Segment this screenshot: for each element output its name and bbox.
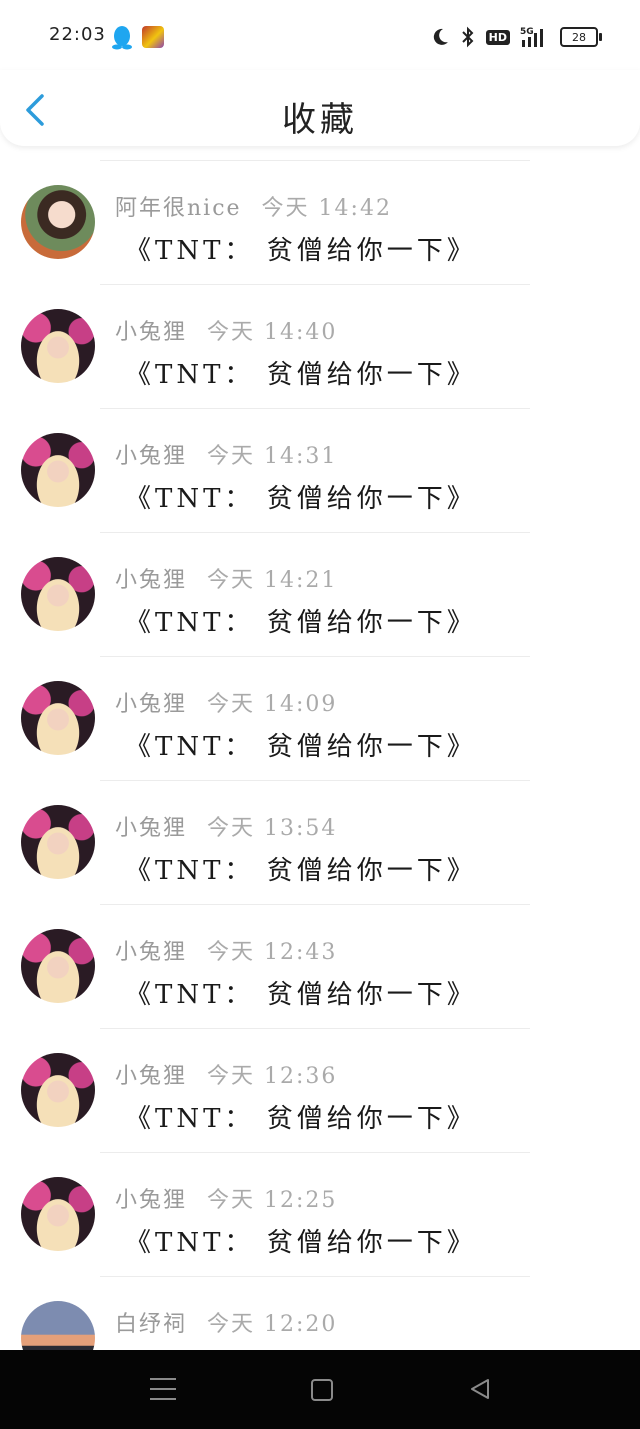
item-content: 《TNT： 贫僧给你一下》 (125, 236, 477, 266)
svg-text:5G: 5G (520, 27, 534, 37)
list-item[interactable]: 小兔狸 今天 13:54 《TNT： 贫僧给你一下》 (0, 780, 640, 904)
item-content: 《TNT： 贫僧给你一下》 (125, 360, 477, 390)
title-bar: 收藏 (0, 70, 640, 146)
divider (100, 904, 530, 905)
moon-icon (433, 28, 448, 45)
navigation-bar (0, 1350, 640, 1429)
item-meta: 小兔狸 今天 14:31 (115, 438, 337, 470)
signal-5g-icon: 5G (520, 27, 543, 47)
item-user: 阿年很nice (115, 196, 242, 221)
item-time: 今天 14:31 (207, 444, 338, 469)
divider (100, 160, 530, 161)
item-meta: 小兔狸 今天 14:21 (115, 562, 337, 594)
back-triangle-icon[interactable] (468, 1377, 492, 1401)
divider (100, 532, 530, 533)
list-item[interactable]: 小兔狸 今天 14:09 《TNT： 贫僧给你一下》 (0, 656, 640, 780)
item-time: 今天 14:21 (207, 568, 338, 593)
avatar[interactable] (21, 185, 95, 259)
item-meta: 阿年很nice 今天 14:42 (115, 190, 392, 222)
item-time: 今天 13:54 (207, 816, 338, 841)
item-user: 小兔狸 (115, 320, 188, 345)
avatar[interactable] (21, 681, 95, 755)
menu-icon[interactable] (150, 1378, 176, 1400)
item-meta: 小兔狸 今天 14:09 (115, 686, 337, 718)
item-meta: 小兔狸 今天 14:40 (115, 314, 337, 346)
avatar[interactable] (21, 309, 95, 383)
item-time: 今天 14:40 (207, 320, 338, 345)
item-user: 小兔狸 (115, 940, 188, 965)
avatar[interactable] (21, 1053, 95, 1127)
item-meta: 小兔狸 今天 13:54 (115, 810, 337, 842)
avatar[interactable] (21, 433, 95, 507)
item-meta: 小兔狸 今天 12:25 (115, 1182, 337, 1214)
divider (100, 1152, 530, 1153)
list-item[interactable]: 小兔狸 今天 12:43 《TNT： 贫僧给你一下》 (0, 904, 640, 1028)
item-meta: 小兔狸 今天 12:36 (115, 1058, 337, 1090)
divider (100, 780, 530, 781)
battery-icon: 28 (560, 27, 602, 47)
divider (100, 1276, 530, 1277)
system-icons: HD 5G 28 (430, 24, 602, 50)
item-user: 白纾祠 (115, 1312, 188, 1337)
item-user: 小兔狸 (115, 692, 188, 717)
avatar[interactable] (21, 929, 95, 1003)
divider (100, 656, 530, 657)
list-item[interactable]: 小兔狸 今天 14:31 《TNT： 贫僧给你一下》 (0, 408, 640, 532)
status-time: 22:03 (49, 24, 106, 45)
item-meta: 小兔狸 今天 12:43 (115, 934, 337, 966)
divider (100, 1028, 530, 1029)
item-time: 今天 12:36 (207, 1064, 338, 1089)
page-title: 收藏 (282, 100, 358, 140)
list-item[interactable]: 阿年很nice 今天 14:42 《TNT： 贫僧给你一下》 (0, 160, 640, 284)
qq-penguin-icon (112, 26, 132, 50)
divider (100, 284, 530, 285)
item-time: 今天 14:42 (261, 196, 392, 221)
item-content: 《TNT： 贫僧给你一下》 (125, 608, 477, 638)
list-item[interactable]: 小兔狸 今天 12:36 《TNT： 贫僧给你一下》 (0, 1028, 640, 1152)
item-time: 今天 14:09 (207, 692, 338, 717)
avatar[interactable] (21, 557, 95, 631)
hd-badge: HD (485, 29, 510, 45)
list-item[interactable]: 小兔狸 今天 14:40 《TNT： 贫僧给你一下》 (0, 284, 640, 408)
item-user: 小兔狸 (115, 1064, 188, 1089)
home-square-icon[interactable] (311, 1379, 333, 1401)
favorites-list: 阿年很nice 今天 14:42 《TNT： 贫僧给你一下》 小兔狸 今天 14:4… (0, 160, 640, 1400)
avatar[interactable] (21, 1177, 95, 1251)
item-content: 《TNT： 贫僧给你一下》 (125, 1104, 477, 1134)
item-user: 小兔狸 (115, 568, 188, 593)
list-item[interactable]: 小兔狸 今天 14:21 《TNT： 贫僧给你一下》 (0, 532, 640, 656)
item-time: 今天 12:25 (207, 1188, 338, 1213)
item-content: 《TNT： 贫僧给你一下》 (125, 484, 477, 514)
item-meta: 白纾祠 今天 12:20 (115, 1306, 337, 1338)
bluetooth-icon (461, 26, 474, 48)
avatar[interactable] (21, 805, 95, 879)
item-content: 《TNT： 贫僧给你一下》 (125, 980, 477, 1010)
item-time: 今天 12:20 (207, 1312, 338, 1337)
item-user: 小兔狸 (115, 444, 188, 469)
item-content: 《TNT： 贫僧给你一下》 (125, 732, 477, 762)
game-app-icon (142, 26, 164, 48)
item-user: 小兔狸 (115, 1188, 188, 1213)
status-bar: 22:03 HD 5G 28 (0, 0, 640, 70)
item-time: 今天 12:43 (207, 940, 338, 965)
divider (100, 408, 530, 409)
item-content: 《TNT： 贫僧给你一下》 (125, 1228, 477, 1258)
item-content: 《TNT： 贫僧给你一下》 (125, 856, 477, 886)
item-user: 小兔狸 (115, 816, 188, 841)
list-item[interactable]: 小兔狸 今天 12:25 《TNT： 贫僧给你一下》 (0, 1152, 640, 1276)
